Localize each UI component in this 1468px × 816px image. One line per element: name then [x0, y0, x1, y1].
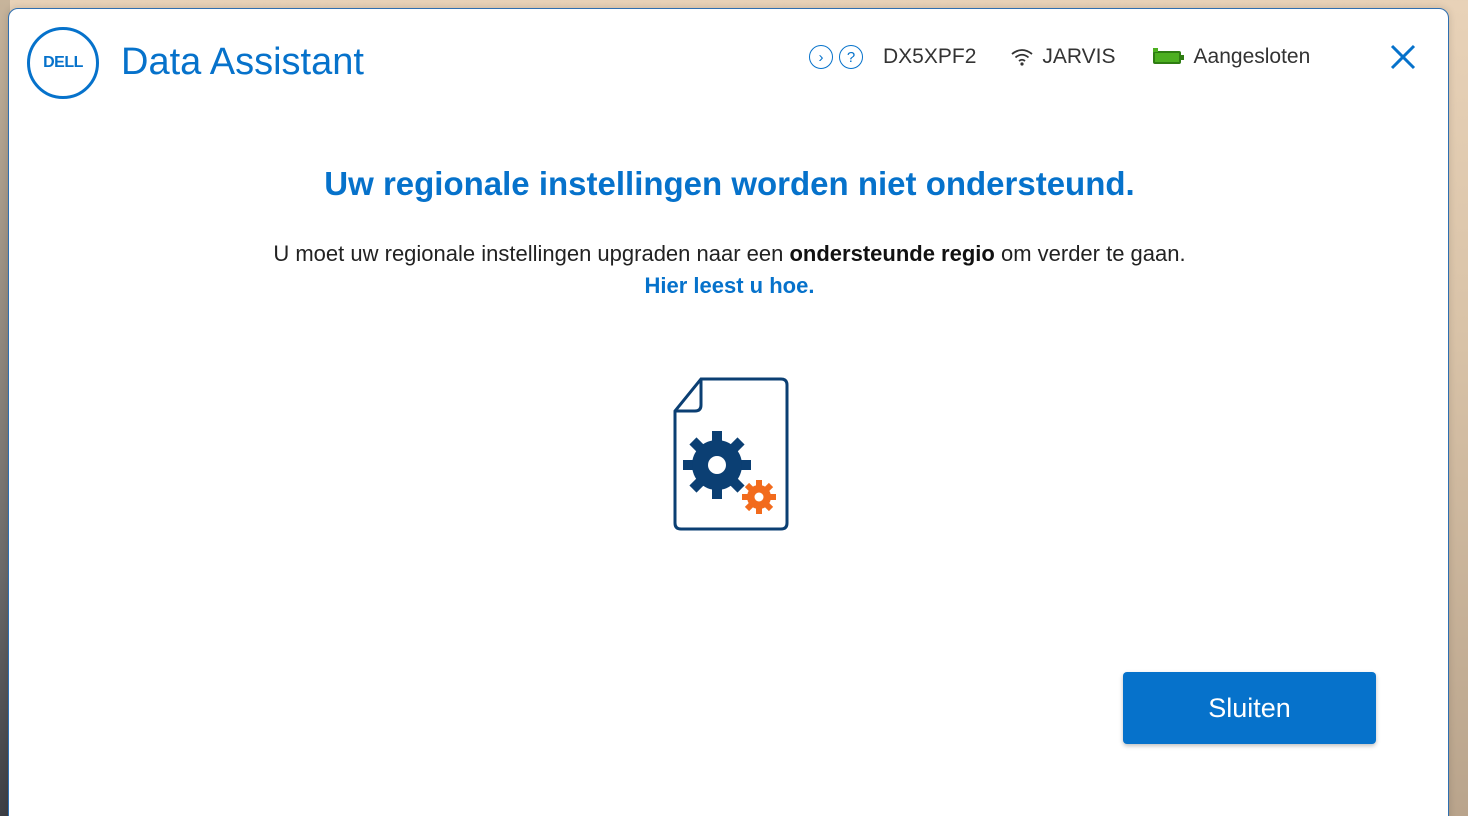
service-tag: DX5XPF2 — [883, 45, 977, 68]
power-status: Aangesloten — [1152, 45, 1311, 69]
close-window-button[interactable] — [1383, 37, 1423, 77]
how-to-link[interactable]: Hier leest u hoe. — [9, 273, 1450, 299]
chevron-right-circle-icon[interactable]: › — [809, 45, 833, 69]
message-text-bold: ondersteunde regio — [789, 241, 995, 266]
message-text-start: U moet uw regionale instellingen upgrade… — [273, 241, 790, 266]
network-name: JARVIS — [1042, 45, 1116, 68]
status-bar: › ? DX5XPF2 JARVIS Aangesloten — [809, 42, 1310, 72]
wifi-icon — [1011, 49, 1033, 66]
close-icon — [1390, 44, 1416, 70]
question-circle-icon[interactable]: ? — [839, 45, 863, 69]
info-message: U moet uw regionale instellingen upgrade… — [9, 241, 1450, 267]
battery-icon — [1152, 48, 1184, 64]
page-title: Uw regionale instellingen worden niet on… — [324, 165, 1135, 202]
logo-text: DELL — [43, 54, 83, 71]
dell-logo: DELL — [27, 27, 99, 99]
power-status-label: Aangesloten — [1193, 45, 1311, 68]
message-text-end: om verder te gaan. — [994, 241, 1186, 266]
settings-document-icon — [673, 377, 789, 531]
network-status: JARVIS — [1010, 45, 1116, 69]
app-title: Data Assistant — [121, 41, 364, 83]
app-window: DELL Data Assistant › ? DX5XPF2 JARVIS A… — [8, 8, 1449, 816]
close-button[interactable]: Sluiten — [1123, 672, 1376, 744]
